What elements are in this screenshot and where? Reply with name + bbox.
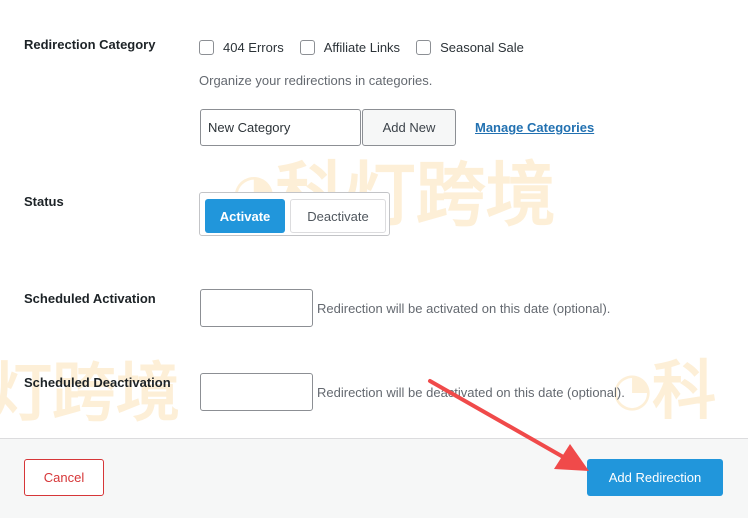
status-toggle-group: Activate Deactivate [199, 192, 390, 236]
checkbox[interactable] [199, 40, 214, 55]
category-help-text: Organize your redirections in categories… [199, 73, 433, 88]
scheduled-deactivation-input[interactable] [200, 373, 313, 411]
watermark-logo-left: 灯跨境 [0, 362, 180, 426]
cancel-button[interactable]: Cancel [24, 459, 104, 496]
checkbox[interactable] [416, 40, 432, 55]
new-category-placeholder: New Category [208, 120, 291, 135]
scheduled-activation-input[interactable] [200, 289, 313, 327]
scheduled-deactivation-help: Redirection will be deactivated on this … [317, 385, 625, 400]
watermark-text: 灯跨境 [0, 357, 180, 431]
checkbox-label: Affiliate Links [323, 40, 401, 55]
scheduled-activation-help: Redirection will be activated on this da… [317, 301, 611, 316]
watermark-logo-right: ◔科 [612, 360, 716, 424]
add-redirection-button[interactable]: Add Redirection [587, 459, 723, 496]
status-label: Status [24, 194, 64, 209]
category-option-seasonal-sale[interactable]: Seasonal Sale [416, 40, 524, 55]
watermark-text: 科 [652, 355, 717, 429]
checkbox-label: 404 Errors [223, 40, 284, 55]
checkbox[interactable] [299, 40, 315, 55]
category-checkbox-group: 404 Errors Affiliate Links Seasonal Sale [199, 40, 540, 55]
deactivate-button[interactable]: Deactivate [290, 199, 386, 233]
checkbox-label: Seasonal Sale [440, 40, 524, 55]
category-option-affiliate-links[interactable]: Affiliate Links [299, 40, 401, 55]
category-option-404-errors[interactable]: 404 Errors [199, 40, 284, 55]
new-category-input[interactable]: New Category [200, 109, 361, 146]
category-label: Redirection Category [24, 37, 156, 52]
scheduled-deactivation-label: Scheduled Deactivation [24, 375, 171, 390]
scheduled-activation-label: Scheduled Activation [24, 291, 156, 306]
add-new-category-button[interactable]: Add New [362, 109, 456, 146]
manage-categories-link[interactable]: Manage Categories [475, 120, 594, 135]
activate-button[interactable]: Activate [205, 199, 285, 233]
